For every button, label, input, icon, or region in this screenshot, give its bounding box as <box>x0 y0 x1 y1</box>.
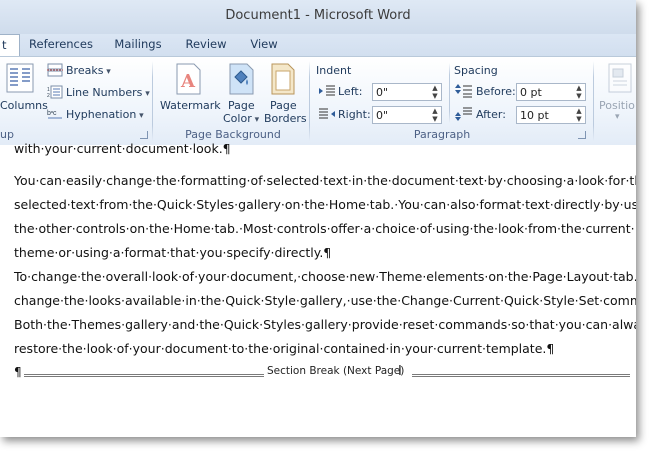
spacing-after-icon <box>455 106 473 127</box>
spacing-before-label: Before: <box>476 85 516 98</box>
paragraph-line: restore·the·look·of·your·document·to·the… <box>14 341 555 356</box>
indent-right-label: Right: <box>338 108 371 121</box>
paragraph-1[interactable]: with·your·current·document·look.¶ <box>14 137 626 161</box>
paragraph-line: with·your·current·document·look.¶ <box>14 141 231 156</box>
spinner-arrows-icon[interactable]: ▲ ▼ <box>574 107 584 123</box>
spacing-before-input[interactable]: 0 pt ▲ ▼ <box>516 83 586 101</box>
group-divider <box>152 61 153 141</box>
indent-left-label: Left: <box>338 85 363 98</box>
line-numbers-button[interactable]: Line Numbers <box>66 86 150 99</box>
section-break-line <box>412 374 630 377</box>
indent-left-input[interactable]: 0" ▲ ▼ <box>372 83 442 101</box>
indent-left-icon <box>318 84 336 103</box>
tab-review[interactable]: Review <box>178 34 234 55</box>
spacing-after-label: After: <box>476 108 506 121</box>
tab-page-layout[interactable]: t <box>0 34 20 57</box>
tab-references[interactable]: References <box>24 34 98 55</box>
spacing-after-value: 10 pt <box>520 109 549 122</box>
section-break-label: Section Break (Next Page) <box>266 365 406 377</box>
tab-mailings[interactable]: Mailings <box>106 34 170 55</box>
group-divider <box>593 61 594 141</box>
columns-button-label[interactable]: Columns <box>0 99 48 112</box>
group-divider <box>449 63 450 123</box>
paragraph-2[interactable]: You·can·easily·change·the·formatting·of·… <box>14 169 636 265</box>
ribbon-tabs: t References Mailings Review View <box>0 34 636 57</box>
svg-text:c: c <box>53 110 57 117</box>
breaks-button[interactable]: Breaks <box>66 64 111 77</box>
position-dropdown-icon[interactable]: ▾ <box>615 112 620 122</box>
section-break[interactable]: ¶ Section Break (Next Page) Ι <box>14 364 634 381</box>
window-title: Document1 - Microsoft Word <box>225 8 411 23</box>
paragraph-line: You·can·easily·change·the·formatting·of·… <box>14 173 636 188</box>
group-divider <box>309 61 310 141</box>
position-button[interactable]: Positio <box>599 99 635 112</box>
line-numbers-icon: 1 2 <box>47 85 63 104</box>
paragraph-line: Both·the·Themes·gallery·and·the·Quick·St… <box>14 317 636 332</box>
paragraph-line: change·the·looks·available·in·the·Quick·… <box>14 293 636 308</box>
breaks-icon <box>47 63 63 82</box>
svg-text:A: A <box>180 71 196 92</box>
word-window: Document1 - Microsoft Word t References … <box>0 0 636 437</box>
paragraph-line: theme·or·using·a·format·that·you·specify… <box>14 245 332 260</box>
hyphenation-button[interactable]: Hyphenation <box>66 108 144 121</box>
indent-right-value: 0" <box>376 109 389 122</box>
paragraph-line: the·other·controls·on·the·Home·tab.·Most… <box>14 221 635 236</box>
paragraph-3[interactable]: To·change·the·overall·look·of·your·docum… <box>14 265 636 361</box>
page-color-button[interactable]: Color <box>223 112 259 125</box>
spinner-arrows-icon[interactable]: ▲ ▼ <box>430 107 440 123</box>
ribbon: Columns Breaks 1 2 Line Numbers b c <box>0 56 636 146</box>
spinner-arrows-icon[interactable]: ▲ ▼ <box>574 84 584 100</box>
position-icon[interactable] <box>608 63 632 98</box>
svg-text:b: b <box>47 110 51 117</box>
pilcrow-mark: ¶ <box>14 365 22 379</box>
hyphenation-icon: b c <box>47 107 63 126</box>
spacing-before-icon <box>455 83 473 104</box>
paragraph-line: selected·text·from·the·Quick·Styles·gall… <box>14 197 636 212</box>
spacing-before-value: 0 pt <box>520 86 542 99</box>
page-color-icon[interactable] <box>227 63 255 100</box>
title-bar: Document1 - Microsoft Word <box>0 0 636 35</box>
tab-view[interactable]: View <box>242 34 286 55</box>
spacing-heading: Spacing <box>454 64 498 77</box>
svg-text:2: 2 <box>47 93 50 99</box>
indent-heading: Indent <box>316 64 352 77</box>
document-area[interactable]: with·your·current·document·look.¶ You·ca… <box>0 141 636 437</box>
indent-left-value: 0" <box>376 86 389 99</box>
spacing-after-input[interactable]: 10 pt ▲ ▼ <box>516 106 586 124</box>
indent-right-icon <box>318 107 336 126</box>
page-borders-icon[interactable] <box>270 63 296 100</box>
page-borders-label-line1[interactable]: Page <box>270 99 297 112</box>
paragraph-line: To·change·the·overall·look·of·your·docum… <box>14 269 636 284</box>
section-break-line <box>24 374 264 377</box>
watermark-icon[interactable]: A <box>174 63 202 100</box>
page-color-label-line1[interactable]: Page <box>228 99 255 112</box>
indent-right-input[interactable]: 0" ▲ ▼ <box>372 106 442 124</box>
spinner-arrows-icon[interactable]: ▲ ▼ <box>430 84 440 100</box>
i-beam-cursor-icon: Ι <box>398 364 402 379</box>
columns-icon[interactable] <box>6 63 34 98</box>
watermark-button[interactable]: Watermark <box>160 99 221 112</box>
page-borders-button[interactable]: Borders <box>264 112 307 125</box>
